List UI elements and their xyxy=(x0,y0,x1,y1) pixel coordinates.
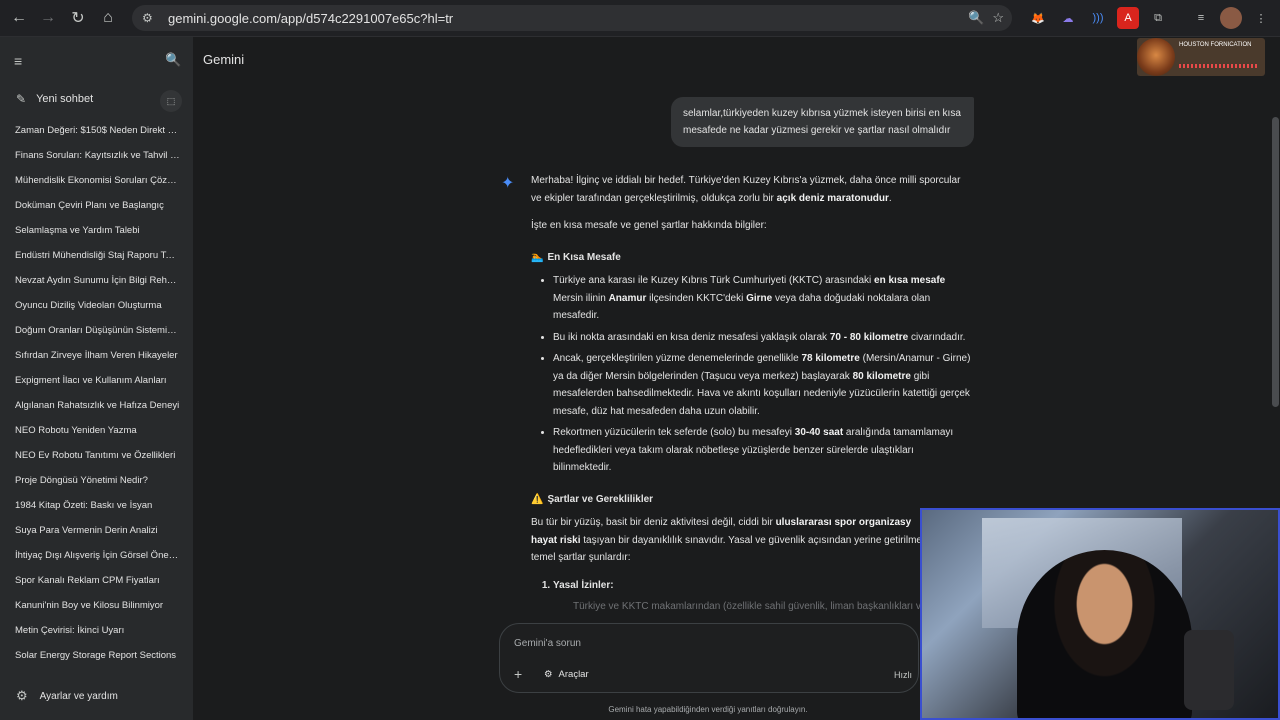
home-icon[interactable]: ⌂ xyxy=(93,3,123,33)
history-item[interactable]: Kanuni'nin Boy ve Kilosu Bilinmiyor xyxy=(0,593,180,618)
list-item: Yasal İzinler: xyxy=(553,577,971,595)
tools-button[interactable]: ⚙ Araçlar xyxy=(544,669,589,680)
streamer xyxy=(1017,550,1192,718)
requirements-list: Yasal İzinler: xyxy=(531,577,971,595)
history-item[interactable]: Mühendislik Ekonomisi Soruları Çözü... xyxy=(0,168,180,193)
history-item[interactable]: Selamlaşma ve Yardım Talebi xyxy=(0,218,180,243)
gear-icon: ⚙ xyxy=(16,688,28,703)
metamask-extension-icon[interactable]: 🦊 xyxy=(1027,7,1049,29)
faded-text: Türkiye ve KKTC makamlarından (özellikle… xyxy=(573,601,935,612)
temporary-chat-icon[interactable]: ⬚ xyxy=(160,90,182,112)
cloud-extension-icon[interactable]: ☁ xyxy=(1057,7,1079,29)
history-item[interactable]: Nevzat Aydın Sunumu İçin Bilgi Rehberi xyxy=(0,268,180,293)
site-settings-icon[interactable]: ⚙ xyxy=(142,11,160,25)
url-text: gemini.google.com/app/d574c2291007e65c?h… xyxy=(168,10,454,26)
add-icon[interactable]: + xyxy=(514,666,522,682)
warning-icon: ⚠️ xyxy=(531,493,544,505)
bookmark-star-icon[interactable]: ☆ xyxy=(992,10,1004,26)
distance-list: Türkiye ana karası ile Kuzey Kıbrıs Türk… xyxy=(531,272,971,477)
history-item[interactable]: Solar Energy Storage Report Sections xyxy=(0,643,180,668)
zoom-icon[interactable]: 🔍 xyxy=(968,10,984,26)
response-intro: Merhaba! İlginç ve iddialı bir hedef. Tü… xyxy=(531,175,961,204)
chat-history-list: Zaman Değeri: $150$ Neden Direkt K... Fi… xyxy=(0,118,193,668)
history-item[interactable]: Finans Soruları: Kayıtsızlık ve Tahvil F… xyxy=(0,143,180,168)
history-item[interactable]: NEO Robotu Yeniden Yazma xyxy=(0,418,180,443)
section-heading-distance: 🏊 En Kısa Mesafe xyxy=(531,249,971,267)
prompt-input[interactable] xyxy=(514,634,894,652)
mode-selector[interactable]: Hızlı xyxy=(894,670,912,680)
microphone xyxy=(1184,630,1234,710)
history-item[interactable]: Metin Çevirisi: İkinci Uyarı xyxy=(0,618,180,643)
audio-visualizer xyxy=(1179,64,1259,68)
hamburger-menu-icon[interactable]: ≡ xyxy=(14,53,22,69)
scrollbar[interactable] xyxy=(1272,117,1279,407)
history-item[interactable]: 1984 Kitap Özeti: Baskı ve İsyan xyxy=(0,493,180,518)
gemini-sparkle-icon: ✦ xyxy=(501,175,515,192)
list-item: Rekortmen yüzücülerin tek seferde (solo)… xyxy=(553,424,971,477)
prompt-composer: + ⚙ Araçlar Hızlı xyxy=(499,623,919,693)
assistant-response: Merhaba! İlginç ve iddialı bir hedef. Tü… xyxy=(531,172,971,616)
song-title: HOUSTON FORNICATION xyxy=(1179,42,1252,48)
address-bar[interactable]: ⚙ gemini.google.com/app/d574c2291007e65c… xyxy=(132,5,1012,31)
history-item[interactable]: İhtiyaç Dışı Alışveriş İçin Görsel Öneri… xyxy=(0,543,180,568)
swimmer-icon: 🏊 xyxy=(531,251,544,263)
album-art xyxy=(1137,38,1175,76)
history-item[interactable]: Zaman Değeri: $150$ Neden Direkt K... xyxy=(0,118,180,143)
history-item[interactable]: Suya Para Vermenin Derin Analizi xyxy=(0,518,180,543)
search-icon[interactable]: 🔍 xyxy=(165,52,181,68)
new-chat-label: Yeni sohbet xyxy=(36,93,94,105)
list-item: Türkiye ana karası ile Kuzey Kıbrıs Türk… xyxy=(553,272,971,325)
list-item: Bu iki nokta arasındaki en kısa deniz me… xyxy=(553,329,971,347)
music-overlay: HOUSTON FORNICATION xyxy=(1137,38,1265,76)
user-message: selamlar,türkiyeden kuzey kıbrısa yüzmek… xyxy=(671,97,974,147)
history-item[interactable]: Endüstri Mühendisliği Staj Raporu Tas... xyxy=(0,243,180,268)
back-icon[interactable]: ← xyxy=(4,3,34,33)
edit-icon: ✎ xyxy=(16,92,27,106)
extensions-puzzle-icon[interactable]: ⧉ xyxy=(1147,7,1169,29)
browser-menu-icon[interactable]: ⋮ xyxy=(1250,7,1272,29)
history-item[interactable]: NEO Ev Robotu Tanıtımı ve Özellikleri xyxy=(0,443,180,468)
sidebar: ≡ 🔍 ✎ Yeni sohbet ⬚ Zaman Değeri: $150$ … xyxy=(0,37,193,720)
browser-toolbar: ← → ↻ ⌂ ⚙ gemini.google.com/app/d574c229… xyxy=(0,0,1280,37)
history-item[interactable]: Spor Kanalı Reklam CPM Fiyatları xyxy=(0,568,180,593)
audio-extension-icon[interactable]: ))) xyxy=(1087,7,1109,29)
reload-icon[interactable]: ↻ xyxy=(63,3,93,33)
forward-icon[interactable]: → xyxy=(33,3,63,33)
requirements-intro: Bu tür bir yüzüş, basit bir deniz aktivi… xyxy=(531,517,922,563)
history-item[interactable]: Sıfırdan Zirveye İlham Veren Hikayeler xyxy=(0,343,180,368)
history-item[interactable]: Doküman Çeviri Planı ve Başlangıç xyxy=(0,193,180,218)
section-heading-requirements: ⚠️ Şartlar ve Gereklilikler xyxy=(531,491,971,509)
history-item[interactable]: Doğum Oranları Düşüşünün Sistemik ... xyxy=(0,318,180,343)
settings-help-button[interactable]: ⚙ Ayarlar ve yardım xyxy=(16,688,118,704)
history-item[interactable]: Expigment İlacı ve Kullanım Alanları xyxy=(0,368,180,393)
history-item[interactable]: Algılanan Rahatsızlık ve Hafıza Deneyi xyxy=(0,393,180,418)
tools-icon: ⚙ xyxy=(544,669,553,680)
pdf-extension-icon[interactable]: A xyxy=(1117,7,1139,29)
media-control-icon[interactable]: ≡ xyxy=(1190,7,1212,29)
history-item[interactable]: Oyuncu Diziliş Videoları Oluşturma xyxy=(0,293,180,318)
history-item[interactable]: Proje Döngüsü Yönetimi Nedir? xyxy=(0,468,180,493)
webcam-overlay xyxy=(920,508,1280,720)
list-item: Ancak, gerçekleştirilen yüzme denemeleri… xyxy=(553,350,971,420)
new-chat-button[interactable]: ✎ Yeni sohbet xyxy=(16,92,93,106)
response-lead: İşte en kısa mesafe ve genel şartlar hak… xyxy=(531,220,767,231)
settings-label: Ayarlar ve yardım xyxy=(39,690,118,702)
profile-avatar[interactable] xyxy=(1220,7,1242,29)
